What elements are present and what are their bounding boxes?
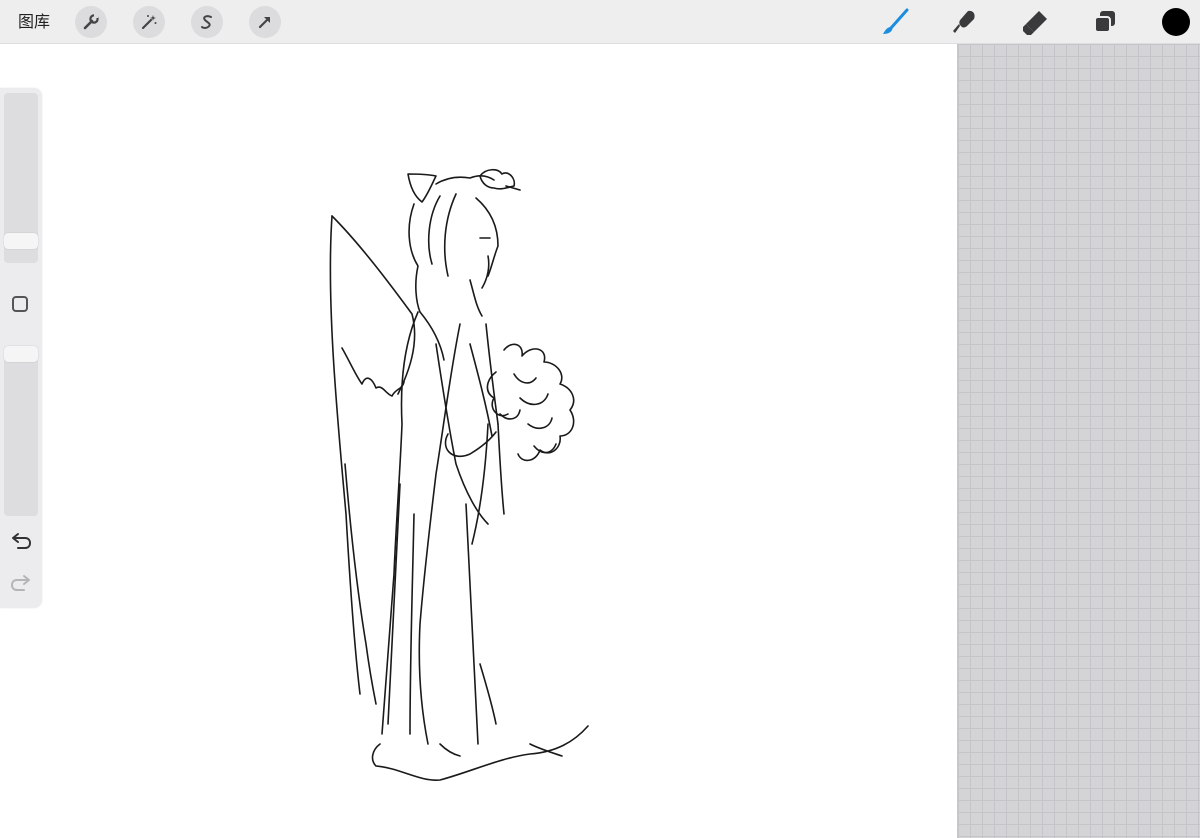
left-sidebar	[0, 88, 42, 608]
top-toolbar: 图库	[0, 0, 1200, 44]
eraser-tool-button[interactable]	[1018, 5, 1052, 39]
reference-grid-panel	[957, 44, 1200, 838]
transform-arrow-icon	[258, 17, 270, 29]
brush-size-slider[interactable]	[4, 93, 38, 263]
gallery-button[interactable]: 图库	[18, 12, 50, 32]
undo-icon	[12, 533, 32, 549]
brush-opacity-thumb[interactable]	[4, 346, 38, 362]
layers-icon	[1094, 11, 1115, 33]
redo-button[interactable]	[9, 572, 33, 594]
drawing-canvas[interactable]	[0, 44, 957, 838]
redo-icon	[10, 575, 30, 591]
magic-wand-icon	[141, 15, 157, 30]
layers-button[interactable]	[1088, 5, 1122, 39]
brush-opacity-slider[interactable]	[4, 346, 38, 516]
smudge-icon	[953, 10, 975, 33]
undo-button[interactable]	[9, 530, 33, 552]
brush-tool-button[interactable]	[878, 5, 912, 39]
smudge-tool-button[interactable]	[947, 5, 981, 39]
modify-square-icon[interactable]	[12, 296, 28, 312]
selection-button[interactable]	[191, 6, 223, 38]
eraser-icon	[1023, 11, 1047, 35]
wrench-icon	[83, 14, 99, 30]
brush-icon	[883, 8, 909, 34]
transform-button[interactable]	[249, 6, 281, 38]
adjustments-button[interactable]	[133, 6, 165, 38]
sketch-figure	[329, 168, 589, 781]
color-picker-button[interactable]	[1162, 8, 1190, 36]
brush-size-thumb[interactable]	[4, 233, 38, 249]
selection-icon	[201, 15, 212, 29]
actions-button[interactable]	[75, 6, 107, 38]
